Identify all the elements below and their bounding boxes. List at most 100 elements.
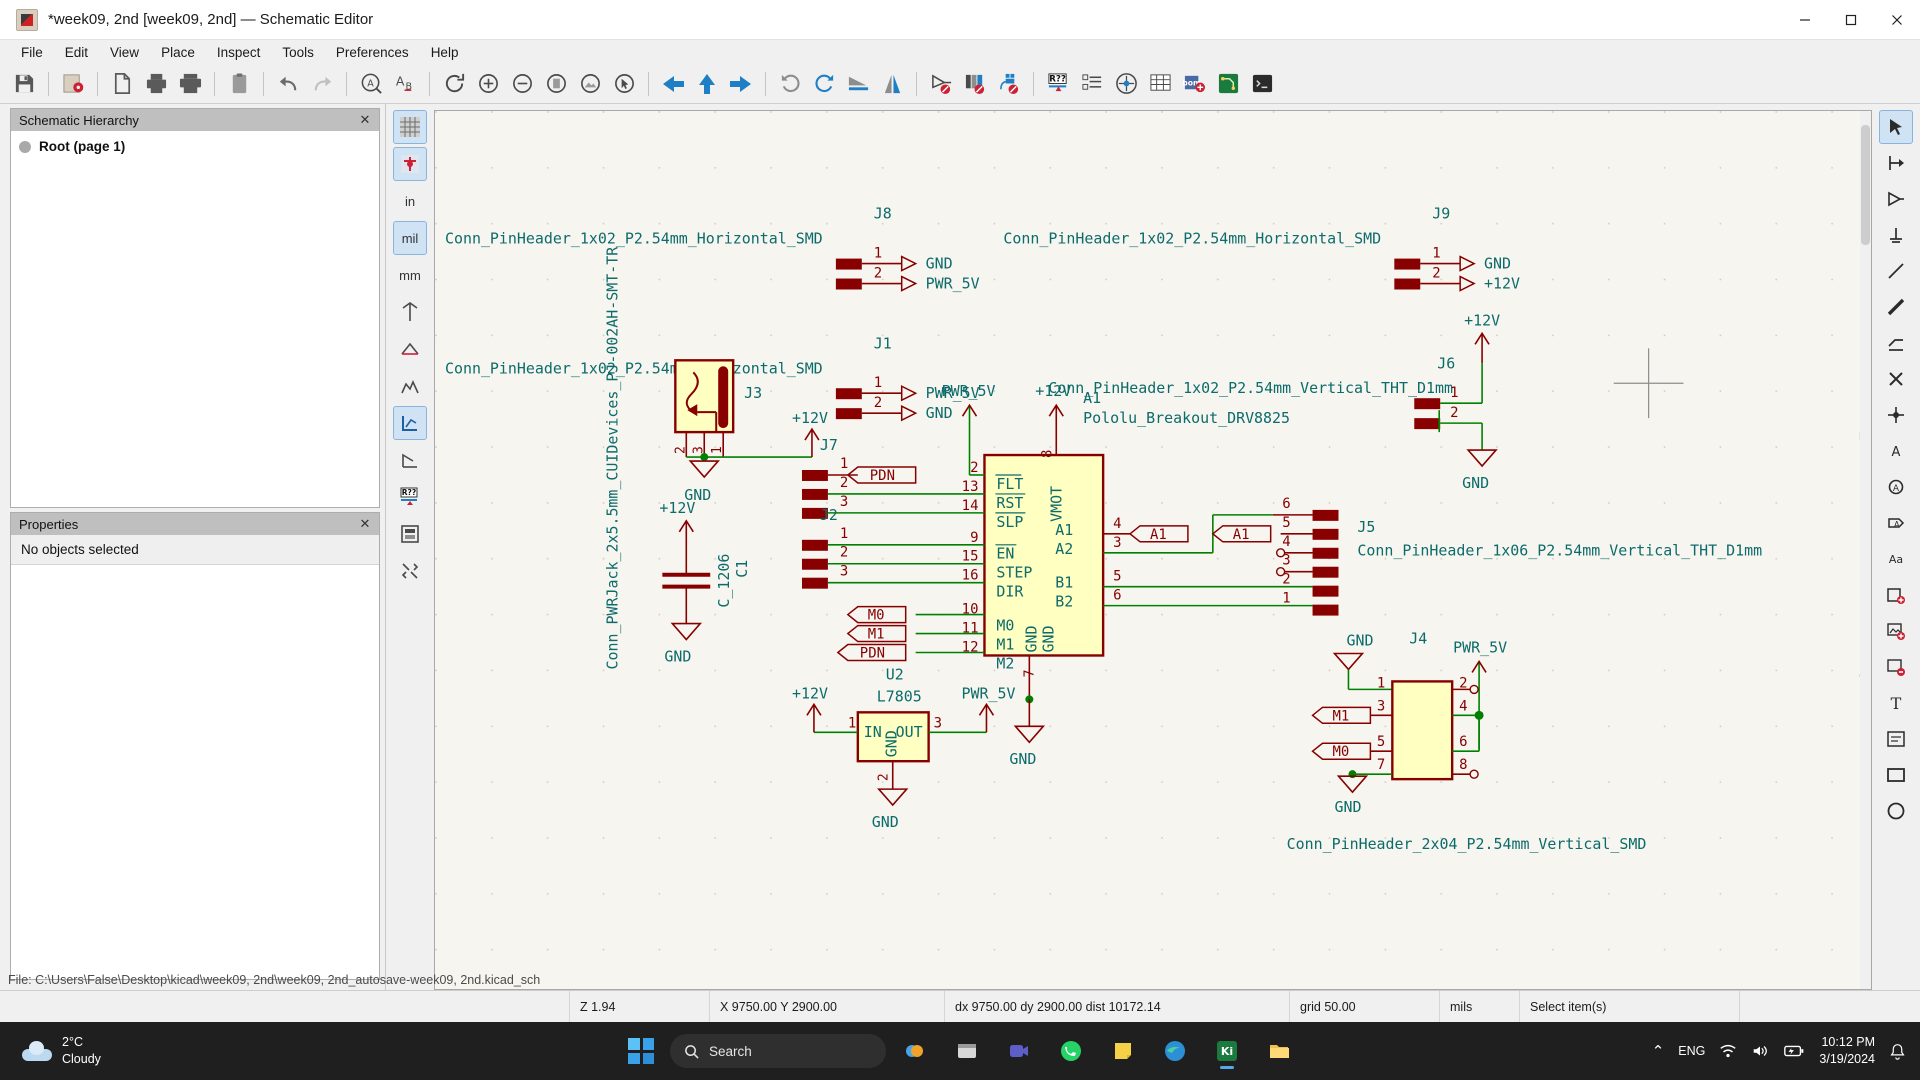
wire-to-bus-entry-tool-icon[interactable] (1879, 326, 1913, 360)
mirror-horizontal-icon[interactable] (842, 68, 874, 100)
symbol-library-icon[interactable] (959, 68, 991, 100)
select-tool-icon[interactable] (1879, 110, 1913, 144)
show-hidden-pins-icon[interactable] (393, 147, 427, 181)
find-icon[interactable]: A (355, 68, 387, 100)
up-sheet-icon[interactable] (691, 68, 723, 100)
rotate-ccw-icon[interactable] (774, 68, 806, 100)
taskbar-teams[interactable] (998, 1030, 1040, 1072)
scripting-console-icon[interactable] (1246, 68, 1278, 100)
place-symbol-tool-icon[interactable] (1879, 182, 1913, 216)
start-button[interactable] (620, 1030, 662, 1072)
close-button[interactable] (1874, 0, 1920, 40)
footprint-assign-icon[interactable] (1110, 68, 1142, 100)
annotate-auto-icon[interactable]: R?? (393, 480, 427, 514)
annotate-icon[interactable]: R?? (1042, 68, 1074, 100)
volume-icon[interactable] (1751, 1042, 1769, 1060)
leave-sheet-icon[interactable] (657, 68, 689, 100)
hierarchical-label-tool-icon[interactable]: A (1879, 506, 1913, 540)
zoom-fit-page-icon[interactable] (540, 68, 572, 100)
page-settings-icon[interactable] (57, 68, 89, 100)
zoom-area-icon[interactable] (608, 68, 640, 100)
enter-sheet-icon[interactable] (725, 68, 757, 100)
no-connect-tool-icon[interactable] (1879, 362, 1913, 396)
units-mils-button[interactable]: mil (393, 221, 427, 255)
grid-toggle-icon[interactable] (393, 110, 427, 144)
menu-inspect[interactable]: Inspect (206, 42, 272, 63)
circle-tool-icon[interactable] (1879, 794, 1913, 828)
find-replace-icon[interactable]: AB (389, 68, 421, 100)
net-highlight-icon[interactable] (393, 369, 427, 403)
tray-language[interactable]: ENG (1678, 1044, 1705, 1058)
battery-charging-icon[interactable] (1783, 1042, 1805, 1060)
simulator-icon[interactable] (993, 68, 1025, 100)
wifi-icon[interactable] (1719, 1042, 1737, 1060)
hierarchy-close-icon[interactable]: ✕ (357, 112, 373, 128)
textbox-tool-icon[interactable] (1879, 722, 1913, 756)
hv-wire-mode-icon[interactable] (393, 332, 427, 366)
taskbar-kicad[interactable]: Ki (1206, 1030, 1248, 1072)
menu-file[interactable]: File (10, 42, 54, 63)
text-tool-icon[interactable]: T (1879, 686, 1913, 720)
canvas-vertical-scrollbar[interactable] (1860, 111, 1871, 989)
properties-close-icon[interactable]: ✕ (357, 516, 373, 532)
taskbar-edge[interactable] (1154, 1030, 1196, 1072)
schematic-drawing[interactable]: J8 Conn_PinHeader_1x02_P2.54mm_Horizonta… (435, 111, 1871, 989)
sheet-pin-tool-icon[interactable]: Aa (1879, 542, 1913, 576)
netlist-icon[interactable]: bom (1178, 68, 1210, 100)
undo-icon[interactable] (272, 68, 304, 100)
menu-edit[interactable]: Edit (54, 42, 99, 63)
menu-view[interactable]: View (99, 42, 150, 63)
highlight-net-tool-icon[interactable] (1879, 146, 1913, 180)
save-icon[interactable] (8, 68, 40, 100)
taskbar-whatsapp[interactable] (1050, 1030, 1092, 1072)
minimize-button[interactable] (1782, 0, 1828, 40)
status-units[interactable]: mils (1440, 991, 1520, 1022)
taskbar-clock[interactable]: 10:12 PM 3/19/2024 (1819, 1034, 1875, 1068)
import-sheet-pin-tool-icon[interactable] (1879, 578, 1913, 612)
schematic-canvas[interactable]: J8 Conn_PinHeader_1x02_P2.54mm_Horizonta… (434, 110, 1872, 990)
status-grid[interactable]: grid 50.00 (1290, 991, 1440, 1022)
hierarchy-item-root[interactable]: Root (page 1) (11, 137, 379, 156)
pcb-editor-icon[interactable] (1212, 68, 1244, 100)
net-label-tool-icon[interactable]: A (1879, 434, 1913, 468)
units-millimeters-button[interactable]: mm (393, 258, 427, 292)
global-label-tool-icon[interactable]: A (1879, 470, 1913, 504)
taskbar-widgets[interactable] (894, 1030, 936, 1072)
plot-icon[interactable] (174, 68, 206, 100)
menu-preferences[interactable]: Preferences (325, 42, 420, 63)
redo-icon[interactable] (306, 68, 338, 100)
delete-tool-icon[interactable] (1879, 650, 1913, 684)
rotate-cw-icon[interactable] (808, 68, 840, 100)
zoom-fit-objects-icon[interactable] (574, 68, 606, 100)
junction-tool-icon[interactable] (1879, 398, 1913, 432)
erc-markers-icon[interactable] (393, 406, 427, 440)
taskbar-notes[interactable] (1102, 1030, 1144, 1072)
taskbar-explorer-2[interactable] (1258, 1030, 1300, 1072)
units-inches-button[interactable]: in (393, 184, 427, 218)
zoom-in-icon[interactable] (472, 68, 504, 100)
pin-numbers-icon[interactable] (393, 443, 427, 477)
menu-tools[interactable]: Tools (271, 42, 325, 63)
menu-place[interactable]: Place (150, 42, 206, 63)
paste-icon[interactable] (223, 68, 255, 100)
refresh-icon[interactable] (438, 68, 470, 100)
rectangle-tool-icon[interactable] (1879, 758, 1913, 792)
tools-misc-icon[interactable] (393, 554, 427, 588)
place-power-tool-icon[interactable] (1879, 218, 1913, 252)
draw-wire-tool-icon[interactable] (1879, 254, 1913, 288)
hierarchy-navigator-icon[interactable] (393, 517, 427, 551)
bom-icon[interactable] (1144, 68, 1176, 100)
zoom-out-icon[interactable] (506, 68, 538, 100)
menu-help[interactable]: Help (420, 42, 470, 63)
tray-chevron-up-icon[interactable]: ⌃ (1652, 1042, 1665, 1060)
taskbar-search[interactable]: Search (670, 1034, 886, 1068)
draw-bus-tool-icon[interactable] (1879, 290, 1913, 324)
print-icon[interactable] (140, 68, 172, 100)
cursor-full-window-icon[interactable] (393, 295, 427, 329)
add-image-tool-icon[interactable] (1879, 614, 1913, 648)
taskbar-folder-explorer[interactable] (946, 1030, 988, 1072)
taskbar-weather-widget[interactable]: 2°C Cloudy (22, 1034, 101, 1068)
maximize-button[interactable] (1828, 0, 1874, 40)
new-sheet-icon[interactable] (106, 68, 138, 100)
symbol-editor-icon[interactable] (925, 68, 957, 100)
